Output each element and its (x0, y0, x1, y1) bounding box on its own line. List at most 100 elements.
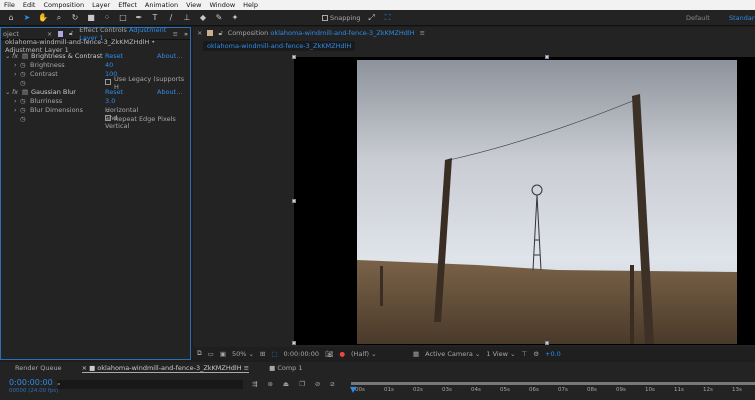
tab-render-queue[interactable]: Render Queue (15, 364, 62, 372)
zoom-dropdown[interactable]: 50% ⌄ (232, 350, 254, 358)
graph-editor-icon[interactable]: ❐ (299, 380, 305, 389)
clone-stamp-icon[interactable]: ⊥ (182, 13, 192, 22)
menu-bar: File Edit Composition Layer Effect Anima… (0, 0, 755, 10)
tab-composition[interactable]: Composition oklahoma-windmill-and-fence-… (228, 29, 415, 37)
snapshot-icon[interactable]: 📷︎ (325, 350, 333, 358)
about-button[interactable]: About... (157, 52, 182, 60)
camera-dropdown[interactable]: Active Camera ⌄ (425, 350, 480, 358)
property-row: › ◷ Brightness 40 (14, 60, 114, 69)
tab-label: oklahoma-windmill-and-fence-3_ZkKMZHdlH (97, 363, 242, 372)
comp-breadcrumb[interactable]: oklahoma-windmill-and-fence-3_ZkKMZHdlH (203, 41, 356, 51)
frame-rate: 00000 (24.00 fps) (9, 388, 59, 394)
snapping-checkbox[interactable]: Snapping (322, 14, 361, 22)
menu-animation[interactable]: Animation (145, 1, 178, 9)
stopwatch-icon[interactable]: ◷ (20, 106, 26, 114)
stopwatch-icon[interactable]: ◷ (20, 61, 26, 69)
panel-menu-icon[interactable]: ≡ (420, 29, 425, 37)
time-ruler[interactable]: 00s 01s 02s 03s 04s 05s 06s 07s 08s 09s 10s 11s 12s 1… (351, 386, 755, 396)
effect-controls-panel: oject × 🔓︎ Effect Controls Adjustment La… (0, 26, 191, 360)
stopwatch-icon[interactable]: ◷ (20, 97, 26, 105)
resolution-dropdown[interactable]: (Half) ⌄ (351, 350, 407, 358)
region-of-interest-icon[interactable]: ⬚ (271, 350, 277, 358)
hand-tool-icon[interactable]: ✋ (38, 13, 48, 22)
close-icon[interactable]: × (197, 29, 202, 37)
reset-button[interactable]: Reset (105, 88, 123, 96)
comp-flowchart-icon[interactable]: ⧄ (330, 380, 334, 389)
viewer-toolbar: ⧉ ▭ ▣ 50% ⌄ ⊞ ⬚ 0:00:00:00 📷︎ ● (Half) ⌄… (193, 347, 755, 360)
roto-brush-icon[interactable]: ✎ (214, 13, 224, 22)
camera-tool-icon[interactable]: ■ (86, 13, 96, 22)
brush-tool-icon[interactable]: / (166, 13, 176, 22)
home-icon[interactable]: ⌂ (6, 13, 16, 22)
fx-icon[interactable]: fx (12, 88, 18, 96)
transparency-grid-icon[interactable]: ▦ (413, 350, 419, 358)
menu-window[interactable]: Window (210, 1, 236, 9)
timeline-switches: ⇶ ⊛ ⏏ ❐ ⊘ ⧄ (252, 380, 334, 389)
fit-icon[interactable]: ⊞ (260, 350, 265, 358)
property-value[interactable]: 40 (105, 61, 113, 69)
workspace-default[interactable]: Default (686, 14, 710, 22)
property-label: Blurriness (30, 96, 63, 105)
menu-layer[interactable]: Layer (92, 1, 110, 9)
expand-panels-icon[interactable]: » (184, 30, 188, 38)
work-area-bar[interactable] (351, 382, 755, 385)
blur-dimensions-dropdown[interactable]: Horizontal and Vertical ⌄ (105, 106, 138, 130)
link-icon[interactable]: ⊘ (315, 380, 320, 389)
exposure-value[interactable]: +0.0 (545, 350, 561, 358)
reset-button[interactable]: Reset (105, 52, 123, 60)
zoom-value: 50% (231, 349, 247, 358)
tab-timeline-comp[interactable]: × ■ oklahoma-windmill-and-fence-3_ZkKMZH… (81, 363, 250, 373)
monitor-icon[interactable]: ▭ (208, 350, 214, 358)
stopwatch-icon[interactable]: ◷ (20, 70, 26, 78)
composition-viewer[interactable] (292, 55, 755, 345)
selection-tool-icon[interactable]: ➤ (22, 13, 32, 22)
puppet-pin-icon[interactable]: ✦ (230, 13, 240, 22)
menu-edit[interactable]: Edit (23, 1, 36, 9)
timeline-timecode[interactable]: 0:00:00:00 (9, 378, 53, 387)
lock-icon[interactable]: 🔓︎ (218, 29, 222, 38)
close-icon[interactable]: × (47, 30, 52, 38)
reset-exposure-icon[interactable]: ⚙ (533, 350, 539, 358)
effect-header[interactable]: ⌄ fx ▤ Brightness & Contrast Reset About... (1, 51, 190, 60)
ruler-tick: 06s (529, 387, 539, 393)
zoom-tool-icon[interactable]: ⌕ (54, 13, 64, 23)
panel-menu-icon[interactable]: ≡ (173, 30, 178, 38)
always-preview-icon[interactable]: ⧉ (197, 349, 202, 358)
tab-project[interactable]: oject (3, 30, 19, 38)
rotate-tool-icon[interactable]: ↻ (70, 13, 80, 22)
snap-icon[interactable]: ⤢ (367, 13, 377, 23)
toggle-pixel-icon[interactable]: ⊤ (522, 350, 528, 358)
property-value[interactable]: 3.0 (105, 97, 115, 105)
shy-icon[interactable]: ⇶ (252, 380, 257, 389)
tab-comp-1[interactable]: ■ Comp 1 (269, 364, 302, 372)
workspace-standard[interactable]: Standard (729, 14, 755, 22)
checkbox[interactable] (105, 115, 111, 121)
pan-behind-tool-icon[interactable]: ⁘ (102, 13, 112, 22)
property-label: Blur Dimensions (30, 105, 84, 114)
checkbox-label: Repeat Edge Pixels (114, 114, 176, 123)
playhead[interactable]: ▼ (350, 385, 356, 394)
stopwatch-icon[interactable]: ◷ (20, 79, 26, 87)
motion-blur-icon[interactable]: ⏏ (283, 380, 289, 389)
mask-icon[interactable]: ▣ (220, 350, 226, 358)
channel-icon[interactable]: ● (339, 350, 345, 358)
stopwatch-icon[interactable]: ◷ (20, 115, 26, 123)
snap-grid-icon[interactable]: ⛶ (383, 13, 393, 23)
frame-blending-icon[interactable]: ⊛ (267, 380, 272, 389)
menu-composition[interactable]: Composition (43, 1, 84, 9)
eraser-icon[interactable]: ◆ (198, 13, 208, 22)
view-layout-dropdown[interactable]: 1 View ⌄ (486, 350, 515, 358)
effect-header[interactable]: ⌄ fx ▤ Gaussian Blur Reset About... (1, 87, 190, 96)
pen-tool-icon[interactable]: ✒ (134, 13, 144, 22)
timeline-search-input[interactable]: ⌕ (57, 380, 243, 389)
current-time[interactable]: 0:00:00:00 (284, 350, 320, 358)
fx-icon[interactable]: fx (12, 52, 18, 60)
menu-help[interactable]: Help (243, 1, 258, 9)
menu-view[interactable]: View (186, 1, 201, 9)
about-button[interactable]: About... (157, 88, 182, 96)
checkbox[interactable] (105, 79, 111, 85)
type-tool-icon[interactable]: T (150, 13, 160, 22)
rectangle-tool-icon[interactable]: □ (118, 13, 128, 22)
menu-file[interactable]: File (4, 1, 15, 9)
menu-effect[interactable]: Effect (118, 1, 137, 9)
